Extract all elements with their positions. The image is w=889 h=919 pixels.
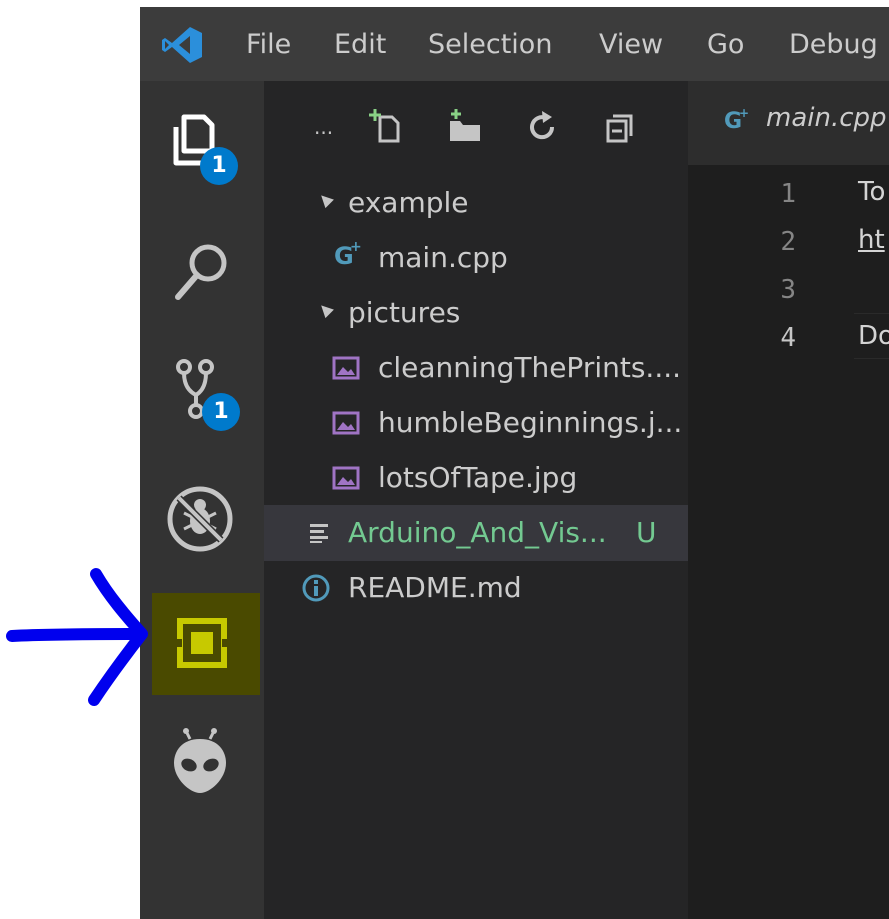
cpp-plus-icon: +: [350, 239, 362, 255]
tree-file-arduino[interactable]: Arduino_And_Vis... U: [264, 505, 688, 561]
new-folder-icon[interactable]: [444, 107, 484, 147]
tree-folder-pictures[interactable]: pictures: [264, 285, 688, 341]
menu-go[interactable]: Go: [707, 25, 744, 65]
search-icon: [175, 244, 227, 300]
code-line[interactable]: ht: [858, 225, 885, 255]
tree-file-main-cpp[interactable]: G + main.cpp: [264, 230, 688, 286]
code-line[interactable]: To: [858, 177, 885, 207]
line-number: 3: [780, 275, 796, 305]
tree-file-readme[interactable]: README.md: [264, 560, 688, 616]
image-file-icon: [332, 356, 360, 380]
tree-item-label: cleanningThePrints....: [378, 351, 682, 384]
tree-item-label: lotsOfTape.jpg: [378, 461, 578, 494]
editor-area: G + main.cpp 1 2 3 4 To ht Do: [688, 81, 889, 919]
text-file-icon: [310, 524, 328, 543]
tree-folder-example[interactable]: example: [264, 175, 688, 231]
debug-button[interactable]: [160, 479, 244, 563]
title-bar: File Edit Selection View Go Debug: [140, 7, 889, 81]
tree-file-tape[interactable]: lotsOfTape.jpg: [264, 450, 688, 506]
tree-item-label: main.cpp: [378, 241, 508, 274]
menu-selection[interactable]: Selection: [428, 25, 552, 65]
explorer-toolbar: ...: [264, 81, 688, 171]
source-control-badge: 1: [202, 393, 240, 431]
chevron-expanded-icon: [316, 191, 334, 209]
refresh-icon[interactable]: [522, 107, 562, 147]
menu-file[interactable]: File: [246, 25, 291, 65]
image-file-icon: [332, 466, 360, 490]
editor-tab-bar: G + main.cpp: [688, 81, 889, 165]
collapse-all-icon[interactable]: [600, 107, 640, 147]
untracked-status-badge: U: [636, 516, 657, 549]
cpp-plus-icon: +: [739, 106, 750, 120]
tree-item-label: Arduino_And_Vis...: [348, 516, 607, 549]
explorer-badge: 1: [200, 147, 238, 185]
more-actions-button[interactable]: ...: [314, 115, 333, 139]
platformio-button[interactable]: [160, 721, 244, 805]
tree-item-label: humbleBeginnings.j...: [378, 406, 683, 439]
source-control-button[interactable]: 1: [160, 349, 244, 433]
line-number: 2: [780, 227, 796, 257]
tree-item-label: pictures: [348, 296, 461, 329]
line-number: 1: [780, 179, 796, 209]
highlighted-extension-button[interactable]: [160, 603, 244, 687]
activity-bar: 1 1: [140, 81, 264, 919]
tab-main-cpp[interactable]: G + main.cpp: [688, 81, 889, 165]
hand-drawn-arrow-icon: [6, 568, 148, 706]
info-icon: [302, 574, 330, 602]
menu-edit[interactable]: Edit: [334, 25, 386, 65]
new-file-icon[interactable]: [366, 107, 406, 147]
alien-head-icon: [174, 728, 226, 793]
image-file-icon: [332, 411, 360, 435]
menu-debug[interactable]: Debug: [789, 25, 878, 65]
tree-file-cleaning[interactable]: cleanningThePrints....: [264, 340, 688, 396]
current-line-highlight: [854, 313, 889, 359]
vscode-window: File Edit Selection View Go Debug 1 1 ..…: [140, 7, 889, 919]
tree-file-humble[interactable]: humbleBeginnings.j...: [264, 395, 688, 451]
line-number: 4: [780, 323, 796, 353]
explorer-button[interactable]: 1: [160, 101, 244, 185]
search-button[interactable]: [160, 229, 244, 313]
explorer-sidebar: ... example G + main.cpp pictures cleann…: [264, 81, 688, 919]
tree-item-label: README.md: [348, 571, 522, 604]
tab-label: main.cpp: [766, 103, 887, 133]
chevron-expanded-icon: [316, 301, 334, 319]
bracketed-square-extension-icon: [174, 618, 230, 668]
no-bug-icon: [167, 486, 233, 552]
tree-item-label: example: [348, 186, 469, 219]
vscode-logo-icon: [162, 27, 202, 63]
menu-view[interactable]: View: [599, 25, 663, 65]
